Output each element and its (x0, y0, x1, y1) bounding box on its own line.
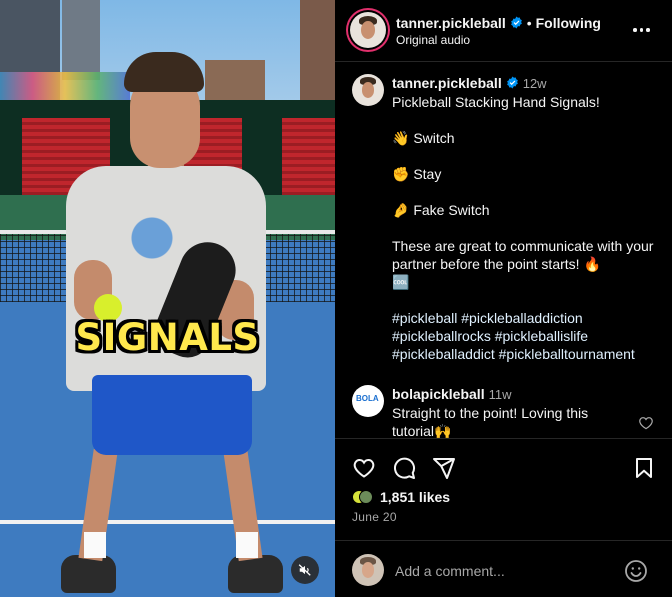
post-date[interactable]: June 20 (352, 510, 397, 524)
signal-label: Stay (413, 166, 442, 182)
red-garage-door (282, 118, 335, 198)
avatar-face (360, 21, 376, 39)
mute-button[interactable] (291, 556, 319, 584)
caption-header: tanner.pickleball 12w (392, 74, 664, 93)
shirt-mascot-graphic (122, 210, 182, 280)
commenter-avatar[interactable]: BOLA (352, 385, 384, 417)
audio-label[interactable]: Original audio (396, 33, 470, 47)
comment-input[interactable] (395, 561, 615, 581)
hair (124, 52, 204, 92)
reel-video[interactable]: SIGNALS (0, 0, 335, 597)
comment-icon[interactable] (392, 456, 416, 480)
caption-body-emoji: 🆒 (392, 274, 410, 290)
caption-time[interactable]: 12w (523, 76, 547, 91)
add-comment-bar (335, 540, 672, 597)
signal-label: Fake Switch (413, 202, 490, 218)
following-button[interactable]: Following (536, 15, 601, 31)
caption-author-avatar[interactable] (352, 74, 384, 106)
post-panel: tanner.pickleball • Following Original aud… (335, 0, 672, 597)
caption-body: These are great to communicate with your… (392, 237, 664, 291)
speaker-muted-icon (298, 564, 311, 576)
avatar-face (361, 562, 375, 578)
like-count[interactable]: 1,851 likes (380, 489, 450, 505)
share-icon[interactable] (432, 456, 456, 480)
shorts (92, 375, 252, 455)
commenter-avatar-logo: BOLA (356, 394, 379, 403)
building (300, 0, 335, 110)
heart-icon[interactable] (352, 456, 376, 480)
comment-content: bolapickleball 11w Straight to the point!… (392, 385, 632, 438)
likes-row: 1,851 likes (352, 487, 450, 507)
caption-hashtags[interactable]: #pickleball #pickleballaddiction #pickle… (392, 309, 664, 363)
sock (236, 532, 258, 558)
shoe (228, 555, 283, 593)
caption-block: tanner.pickleball 12w Pickleball Stacking… (392, 74, 664, 363)
avatar-face (361, 82, 375, 98)
shoe (61, 555, 116, 593)
post-actions: 1,851 likes June 20 (335, 438, 672, 548)
more-options-icon[interactable] (633, 22, 653, 38)
current-user-avatar (352, 554, 384, 586)
heart-outline-icon[interactable] (638, 415, 654, 431)
commenter-username[interactable]: bolapickleball (392, 386, 485, 402)
author-avatar[interactable] (350, 12, 386, 48)
verified-badge-icon (510, 16, 522, 29)
signal-label: Switch (413, 130, 455, 146)
caption-title: Pickleball Stacking Hand Signals! (392, 94, 600, 110)
sock (84, 532, 106, 558)
comment-text: Straight to the point! Loving this tutor… (392, 405, 589, 438)
bookmark-icon[interactable] (632, 456, 656, 480)
pinched-fingers-emoji: 🤌 (392, 202, 410, 218)
comments-section[interactable]: tanner.pickleball 12w Pickleball Stacking… (335, 63, 672, 438)
caption-username[interactable]: tanner.pickleball (392, 75, 502, 91)
video-overlay-caption: SIGNALS (75, 316, 260, 359)
liker-avatars (352, 487, 374, 507)
header-user-line: tanner.pickleball • Following (396, 15, 601, 33)
signal-switch: 👋 Switch (392, 129, 664, 147)
verified-badge-icon (506, 76, 518, 89)
author-username[interactable]: tanner.pickleball (396, 15, 506, 31)
wave-emoji: 👋 (392, 130, 410, 146)
liker-avatar (359, 490, 373, 504)
emoji-icon[interactable] (624, 559, 648, 583)
post-header: tanner.pickleball • Following Original aud… (335, 0, 672, 62)
caption-body-text: These are great to communicate with your… (392, 238, 654, 272)
signal-stay: ✊ Stay (392, 165, 664, 183)
separator-dot: • (526, 15, 532, 31)
signal-fake-switch: 🤌 Fake Switch (392, 201, 664, 219)
fist-emoji: ✊ (392, 166, 410, 182)
comment-time[interactable]: 11w (489, 387, 512, 402)
